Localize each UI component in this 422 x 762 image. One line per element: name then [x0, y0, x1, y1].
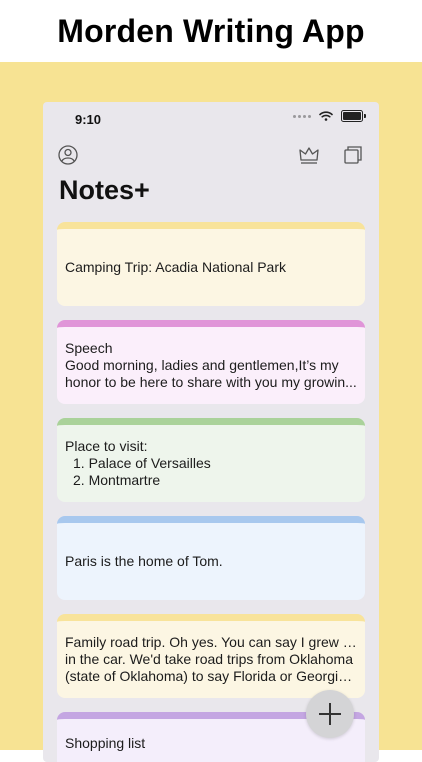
note-text-line: Place to visit: — [65, 438, 148, 454]
note-card[interactable]: Family road trip. Oh yes. You can say I … — [57, 614, 365, 698]
note-list-item: 2. Montmartre — [73, 472, 161, 488]
add-note-button[interactable] — [306, 690, 354, 738]
person-circle-icon — [58, 145, 78, 165]
note-card[interactable]: Paris is the home of Tom. — [57, 516, 365, 600]
crown-icon — [299, 147, 319, 164]
note-text-line: in the car. We'd take road trips from Ok… — [65, 651, 353, 667]
note-card[interactable]: Speech Good morning, ladies and gentlemen… — [57, 320, 365, 404]
note-card[interactable]: Place to visit: 1. Palace of Versailles 2.… — [57, 418, 365, 502]
note-text-line: Camping Trip: Acadia National Park — [65, 259, 286, 275]
multi-select-button[interactable] — [341, 143, 365, 167]
note-text-line: Paris is the home of Tom. — [65, 553, 223, 569]
app-headline: Morden Writing App — [57, 12, 365, 49]
note-text-line: Shopping list — [65, 735, 146, 751]
note-text-line: honor to be here to share with you my gr… — [65, 374, 357, 390]
note-text-line: Good morning, ladies and gentlemen,It’s … — [65, 357, 339, 373]
note-text-line: Family road trip. Oh yes. You can say I … — [65, 634, 357, 650]
plus-icon — [319, 703, 341, 725]
profile-button[interactable] — [56, 143, 80, 167]
phone-screen: 9:10 Notes+ Camping Trip: Acadia Nationa… — [43, 102, 379, 762]
note-list-item: 1. Palace of Versailles — [73, 455, 211, 471]
note-text-line: (state of Oklahoma) to say Florida or Ge… — [65, 668, 357, 684]
wifi-icon — [319, 111, 333, 121]
page-title: Notes+ — [59, 175, 150, 205]
premium-button[interactable] — [297, 143, 321, 167]
status-icons — [293, 110, 366, 122]
status-time: 9:10 — [75, 112, 102, 127]
note-card[interactable]: Camping Trip: Acadia National Park — [57, 222, 365, 306]
cellular-icon — [293, 114, 311, 118]
battery-icon — [341, 110, 366, 122]
copy-icon — [344, 146, 362, 164]
note-text-line: Speech — [65, 340, 113, 356]
